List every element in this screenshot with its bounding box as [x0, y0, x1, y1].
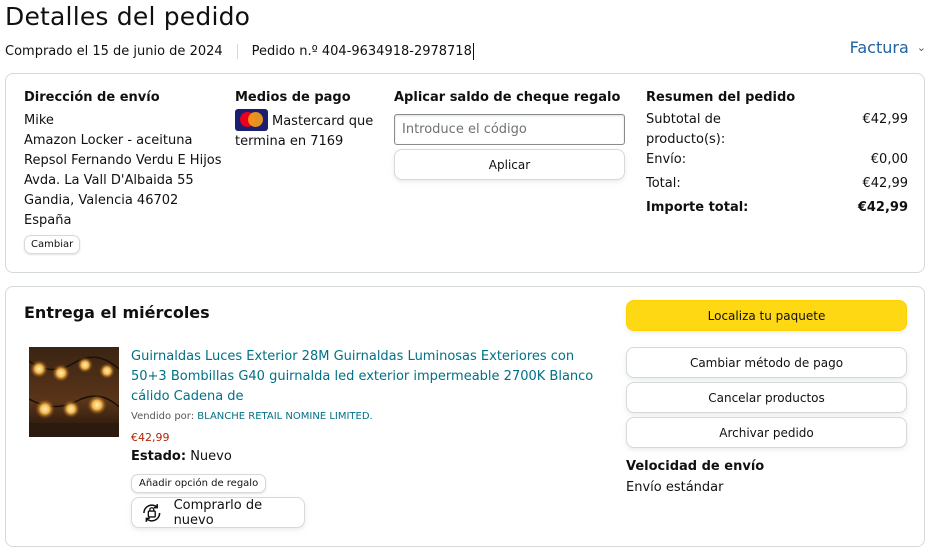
summary-row: Envío: €0,00	[646, 150, 908, 170]
archive-order-button[interactable]: Archivar pedido	[626, 417, 907, 448]
gift-option: Añadir opción de regalo	[131, 471, 267, 493]
order-summary: Resumen del pedido Subtotal de producto(…	[646, 90, 908, 218]
text-cursor	[472, 43, 474, 60]
summary-value: €0,00	[870, 152, 908, 167]
delivery-actions: Localiza tu paquete Cambiar método de pa…	[626, 300, 907, 495]
buy-again-icon	[143, 503, 161, 522]
address-line: Gandia, Valencia 46702	[24, 193, 179, 208]
summary-row: Total: €42,99	[646, 174, 908, 194]
grand-total-value: €42,99	[857, 200, 908, 215]
payment-card: Mastercard que termina en 7169	[235, 109, 380, 152]
chevron-down-icon: ⌄	[916, 41, 926, 54]
shipping-speed-heading: Velocidad de envío	[626, 459, 765, 474]
gift-code-input[interactable]	[394, 114, 625, 145]
summary-heading: Resumen del pedido	[646, 90, 796, 105]
address-line: Avda. La Vall D'Albaida 55	[24, 173, 194, 188]
shipping-heading: Dirección de envío	[24, 90, 160, 105]
grand-total-label: Importe total:	[646, 200, 749, 215]
sold-by: Vendido por: BLANCHE RETAIL NOMINE LIMIT…	[131, 411, 373, 422]
summary-value: €42,99	[862, 176, 909, 191]
summary-label: Total:	[646, 176, 681, 191]
page-title: Detalles del pedido	[5, 2, 251, 31]
delivery-title: Entrega el miércoles	[24, 303, 210, 322]
invoice-label: Factura	[849, 38, 909, 57]
condition-label: Estado:	[131, 449, 187, 464]
product-image[interactable]	[29, 347, 119, 437]
grand-total-row: Importe total: €42,99	[646, 198, 908, 218]
order-date: Comprado el 15 de junio de 2024	[5, 44, 223, 59]
address-line: Amazon Locker - aceituna	[24, 133, 193, 148]
product-price: €42,99	[131, 431, 170, 444]
payment-method: Medios de pago Mastercard que termina en…	[235, 90, 380, 152]
summary-row: Subtotal de producto(s): €42,99	[646, 110, 908, 150]
invoice-dropdown[interactable]: Factura ⌄	[850, 38, 926, 57]
summary-label: Envío:	[646, 152, 687, 167]
buy-again-button[interactable]: Comprarlo de nuevo	[131, 497, 305, 528]
condition-value: Nuevo	[190, 449, 232, 464]
add-gift-option-button[interactable]: Añadir opción de regalo	[131, 474, 267, 493]
sold-by-label: Vendido por:	[131, 411, 195, 422]
product-condition: Estado: Nuevo	[131, 449, 232, 464]
shipping-speed-value: Envío estándar	[626, 480, 724, 495]
shipping-address: Dirección de envío Mike Amazon Locker - …	[24, 90, 224, 254]
change-address-button[interactable]: Cambiar	[24, 235, 81, 254]
apply-gift-button[interactable]: Aplicar	[394, 149, 625, 180]
order-number: Pedido n.º 404-9634918-2978718	[251, 44, 472, 59]
seller-link[interactable]: BLANCHE RETAIL NOMINE LIMITED.	[197, 411, 372, 422]
cancel-items-button[interactable]: Cancelar productos	[626, 382, 907, 413]
string-lights-image	[29, 347, 119, 437]
summary-label: Subtotal de producto(s):	[646, 112, 726, 147]
summary-value: €42,99	[862, 112, 909, 127]
address-line: Mike	[24, 113, 54, 128]
delivery-panel: Entrega el miércoles Guirnaldas Luces Ex…	[5, 286, 925, 547]
change-payment-button[interactable]: Cambiar método de pago	[626, 347, 907, 378]
order-info-panel: Dirección de envío Mike Amazon Locker - …	[5, 73, 925, 273]
order-meta: Comprado el 15 de junio de 2024 Pedido n…	[5, 43, 474, 60]
buy-again-label: Comprarlo de nuevo	[173, 497, 263, 528]
address-lines: Mike Amazon Locker - aceituna Repsol Fer…	[24, 111, 224, 231]
track-package-button[interactable]: Localiza tu paquete	[626, 300, 907, 331]
gift-card-section: Aplicar saldo de cheque regalo Aplicar	[394, 90, 626, 180]
address-line: España	[24, 213, 72, 228]
product-title-link[interactable]: Guirnaldas Luces Exterior 28M Guirnaldas…	[131, 347, 601, 407]
address-line: Repsol Fernando Verdu E Hijos	[24, 153, 222, 168]
meta-divider	[236, 44, 238, 59]
payment-heading: Medios de pago	[235, 90, 351, 105]
gift-card-heading: Aplicar saldo de cheque regalo	[394, 90, 621, 105]
mastercard-icon	[235, 109, 268, 131]
